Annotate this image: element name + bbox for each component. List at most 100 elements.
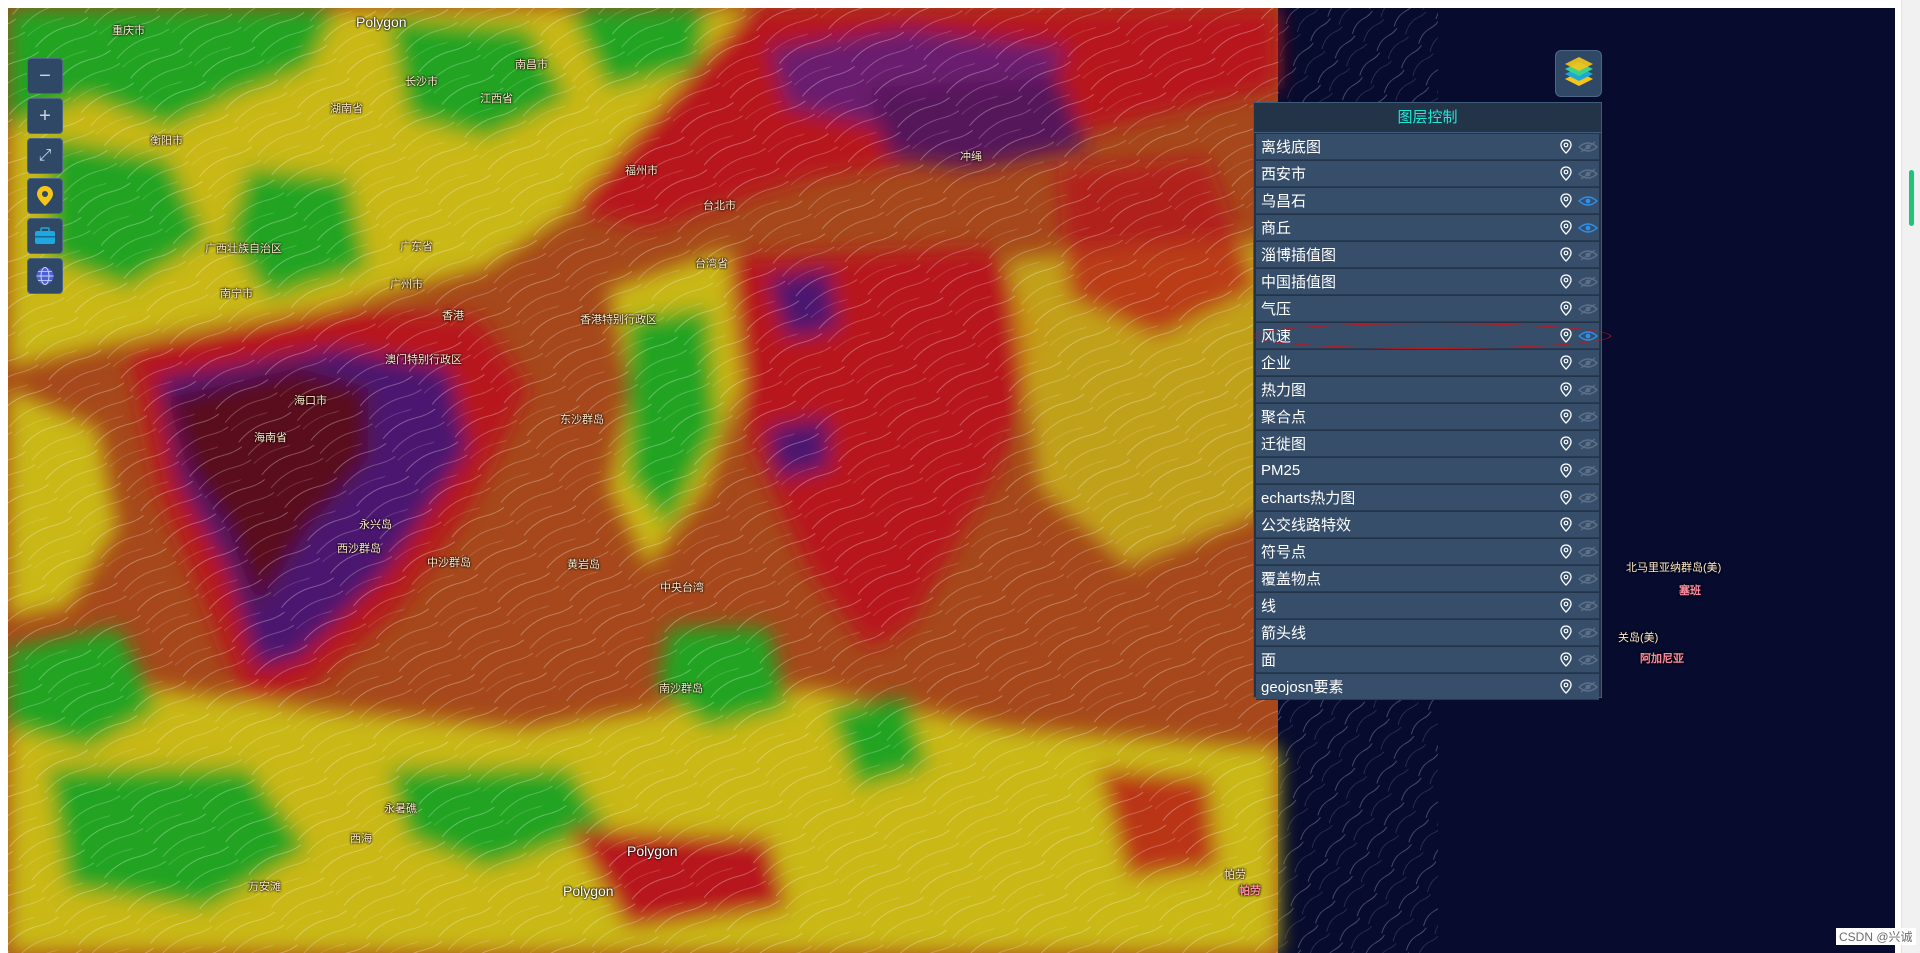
visibility-off-eye-icon[interactable] (1577, 140, 1599, 158)
map-place-label: 南昌市 (515, 59, 548, 71)
layer-name: 符号点 (1261, 544, 1307, 561)
layer-name: 迁徙图 (1261, 436, 1307, 453)
locate-layer-pin-icon[interactable] (1560, 679, 1572, 699)
layer-row: 风速 (1256, 323, 1599, 349)
locate-layer-pin-icon[interactable] (1560, 544, 1572, 564)
visibility-off-eye-icon[interactable] (1577, 248, 1599, 266)
visibility-on-eye-icon[interactable] (1577, 194, 1599, 212)
locate-layer-pin-icon[interactable] (1560, 598, 1572, 618)
zoom-in-button[interactable]: + (27, 98, 63, 134)
location-button[interactable] (27, 178, 63, 214)
visibility-off-eye-icon[interactable] (1577, 518, 1599, 536)
layer-row: 乌昌石 (1256, 188, 1599, 214)
locate-layer-pin-icon[interactable] (1560, 625, 1572, 645)
layers-icon (1564, 56, 1593, 86)
layer-row: 中国插值图 (1256, 269, 1599, 295)
visibility-on-eye-icon[interactable] (1577, 329, 1599, 347)
layer-name: 热力图 (1261, 382, 1307, 399)
layer-row: 企业 (1256, 350, 1599, 376)
visibility-off-eye-icon[interactable] (1577, 410, 1599, 428)
fullscreen-button[interactable]: ⤢ (27, 138, 63, 174)
visibility-off-eye-icon[interactable] (1577, 437, 1599, 455)
layer-row: 覆盖物点 (1256, 566, 1599, 592)
layer-row: 迁徙图 (1256, 431, 1599, 457)
map-place-label: 永兴岛 (359, 519, 392, 531)
visibility-off-eye-icon[interactable] (1577, 626, 1599, 644)
locate-layer-pin-icon[interactable] (1560, 382, 1572, 402)
layer-name: 公交线路特效 (1261, 517, 1352, 534)
layer-row: 箭头线 (1256, 620, 1599, 646)
map-place-label: 西沙群岛 (337, 543, 381, 555)
page-scrollbar[interactable] (1901, 0, 1920, 953)
locate-layer-pin-icon[interactable] (1560, 436, 1572, 456)
layer-name: 聚合点 (1261, 409, 1307, 426)
map-place-label: 黄岩岛 (567, 559, 600, 571)
layer-control-toggle[interactable] (1555, 50, 1602, 97)
locate-layer-pin-icon[interactable] (1560, 517, 1572, 537)
locate-layer-pin-icon[interactable] (1560, 247, 1572, 267)
map-place-label: 江西省 (480, 93, 513, 105)
visibility-off-eye-icon[interactable] (1577, 383, 1599, 401)
visibility-off-eye-icon[interactable] (1577, 491, 1599, 509)
locate-layer-pin-icon[interactable] (1560, 274, 1572, 294)
map-place-label: 台北市 (703, 200, 736, 212)
zoom-out-button[interactable]: − (27, 58, 63, 94)
layer-name: 淄博插值图 (1261, 247, 1337, 264)
visibility-off-eye-icon[interactable] (1577, 464, 1599, 482)
map-place-label: 广州市 (390, 279, 423, 291)
layer-name: 面 (1261, 652, 1277, 669)
map-place-label: Polygon (356, 14, 407, 30)
layer-name: 企业 (1261, 355, 1292, 372)
locate-layer-pin-icon[interactable] (1560, 490, 1572, 510)
layer-control-panel: 图层控制 离线底图 西安市 乌昌石 商丘 淄博插值图 中国插值图 气压 风速 企业 热力图 聚合点迁… (1253, 102, 1602, 700)
map-place-label: 帕劳 (1224, 869, 1246, 881)
map-place-label: 南沙群岛 (659, 683, 703, 695)
layer-name: echarts热力图 (1261, 490, 1356, 507)
locate-layer-pin-icon[interactable] (1560, 301, 1572, 321)
map-place-label: 中沙群岛 (427, 557, 471, 569)
locate-layer-pin-icon[interactable] (1560, 328, 1572, 348)
layer-name: 乌昌石 (1261, 193, 1307, 210)
visibility-off-eye-icon[interactable] (1577, 599, 1599, 617)
map-place-label: 重庆市 (112, 25, 145, 37)
fullscreen-icon: ⤢ (38, 147, 52, 164)
locate-layer-pin-icon[interactable] (1560, 355, 1572, 375)
globe-button[interactable] (27, 258, 63, 294)
locate-layer-pin-icon[interactable] (1560, 166, 1572, 186)
globe-icon (36, 267, 54, 285)
toolbox-button[interactable] (27, 218, 63, 254)
map-place-label: 东沙群岛 (560, 414, 604, 426)
map-pin-icon (37, 186, 53, 206)
locate-layer-pin-icon[interactable] (1560, 220, 1572, 240)
map-place-label: 福州市 (625, 165, 658, 177)
layer-name: 气压 (1261, 301, 1292, 318)
visibility-on-eye-icon[interactable] (1577, 221, 1599, 239)
locate-layer-pin-icon[interactable] (1560, 652, 1572, 672)
layer-name: 风速 (1261, 328, 1292, 345)
map-place-label: 关岛(美) (1618, 632, 1659, 644)
layer-row: 面 (1256, 647, 1599, 673)
visibility-off-eye-icon[interactable] (1577, 275, 1599, 293)
scroll-thumb[interactable] (1909, 170, 1914, 226)
map-place-label: 香港特别行政区 (580, 314, 657, 326)
locate-layer-pin-icon[interactable] (1560, 463, 1572, 483)
visibility-off-eye-icon[interactable] (1577, 167, 1599, 185)
locate-layer-pin-icon[interactable] (1560, 193, 1572, 213)
visibility-off-eye-icon[interactable] (1577, 680, 1599, 698)
layer-row: PM25 (1256, 458, 1599, 484)
locate-layer-pin-icon[interactable] (1560, 139, 1572, 159)
visibility-off-eye-icon[interactable] (1577, 653, 1599, 671)
visibility-off-eye-icon[interactable] (1577, 572, 1599, 590)
map-place-label: 冲绳 (960, 151, 982, 163)
visibility-off-eye-icon[interactable] (1577, 545, 1599, 563)
watermark: CSDN @兴诚 (1836, 928, 1916, 945)
locate-layer-pin-icon[interactable] (1560, 409, 1572, 429)
layer-name: 中国插值图 (1261, 274, 1337, 291)
map-place-label: 香港 (442, 310, 464, 322)
map-viewport[interactable]: Polygon 重庆市 长沙市 南昌市 江西省 湖南省 衡阳市 广西壮族自治区 南宁市 广州市 广东… (8, 8, 1895, 953)
map-place-label: 西海 (350, 833, 372, 845)
map-place-label: 北马里亚纳群岛(美) (1626, 562, 1722, 574)
visibility-off-eye-icon[interactable] (1577, 302, 1599, 320)
visibility-off-eye-icon[interactable] (1577, 356, 1599, 374)
locate-layer-pin-icon[interactable] (1560, 571, 1572, 591)
